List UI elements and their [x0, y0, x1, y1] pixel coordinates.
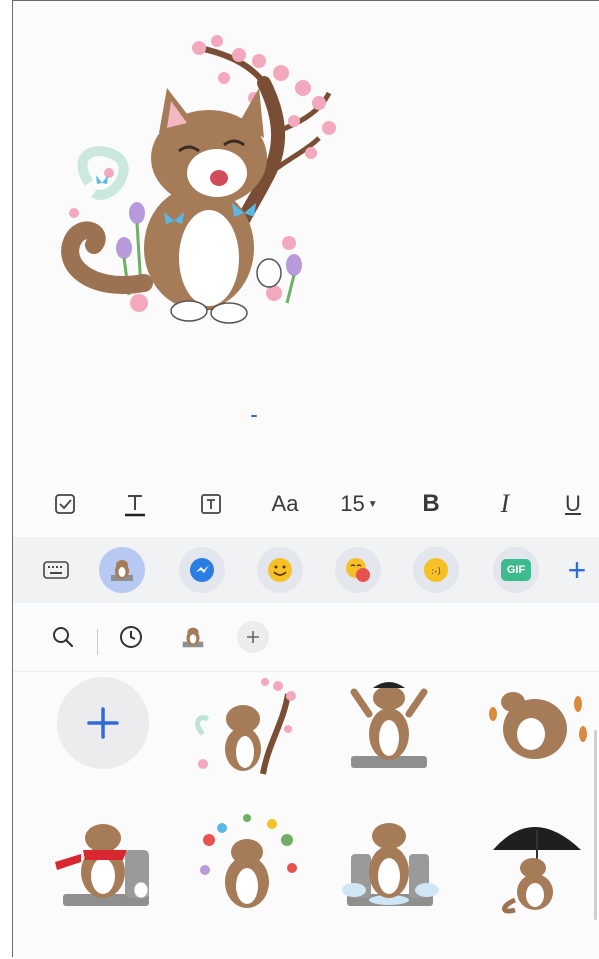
emoticon-tab[interactable]: :-): [413, 547, 459, 593]
underline-button[interactable]: U: [553, 475, 593, 533]
sticker-toolbar: :-) GIF +: [13, 537, 599, 603]
app-frame: Aa 15 ▼ B I U:-) GIF +: [12, 0, 599, 959]
emoji-tab[interactable]: [257, 547, 303, 593]
svg-text::-): :-): [431, 567, 441, 577]
sticker-grid: [13, 671, 599, 959]
cat-blossom-sticker[interactable]: [49, 33, 349, 325]
cat-sticker-icon: [182, 627, 204, 648]
search-icon: [53, 627, 74, 648]
text-style-icon: [125, 495, 145, 517]
sticker-filter-row: [13, 607, 599, 667]
formatting-toolbar: Aa 15 ▼ B I U: [13, 475, 599, 533]
gif-tab[interactable]: GIF: [493, 547, 539, 593]
italic-label: I: [500, 489, 510, 518]
sticker-pack-tab-active[interactable]: [99, 547, 145, 593]
gif-label: GIF: [501, 559, 531, 581]
cat-sticker-icon: [111, 560, 133, 581]
note-canvas[interactable]: [13, 1, 599, 463]
italic-button[interactable]: I: [485, 475, 525, 533]
sticker-cat-blossom[interactable]: [183, 674, 303, 784]
animated-emoji-tab[interactable]: [335, 547, 381, 593]
text-box-icon: [201, 494, 221, 514]
font-label: Aa: [271, 491, 299, 516]
plus-icon: [237, 621, 269, 653]
bold-button[interactable]: B: [411, 475, 451, 533]
grid-scrollbar[interactable]: [594, 730, 597, 920]
sticker-cat-scarf[interactable]: [45, 810, 165, 920]
sticker-cat-balloons[interactable]: [187, 810, 307, 920]
plus-icon: [87, 707, 119, 739]
checkbox-button[interactable]: [43, 475, 87, 533]
divider: [97, 629, 98, 655]
chevron-down-icon: ▼: [367, 498, 378, 510]
font-size-dropdown[interactable]: 15 ▼: [331, 475, 387, 533]
keyboard-button[interactable]: [33, 547, 79, 593]
text-cursor: [251, 415, 257, 417]
create-sticker-button[interactable]: [57, 677, 149, 769]
cat-pack-button[interactable]: [173, 619, 213, 655]
text-style-button[interactable]: [113, 475, 157, 533]
messenger-icon: [190, 558, 214, 582]
clock-icon: [120, 626, 142, 648]
laughing-emoji-icon: [346, 558, 370, 582]
sticker-cat-leaves[interactable]: [473, 674, 593, 784]
plus-icon: +: [567, 552, 587, 588]
font-size-value: 15: [340, 491, 365, 516]
underline-label: U: [565, 491, 581, 516]
emoticon-icon: :-): [424, 558, 448, 582]
messenger-stickers-tab[interactable]: [179, 547, 225, 593]
font-button[interactable]: Aa: [261, 475, 309, 533]
sticker-cat-umbrella[interactable]: [473, 810, 593, 920]
recent-stickers-button[interactable]: [113, 619, 149, 655]
sticker-cat-celebrating[interactable]: [329, 674, 449, 784]
add-pack-button[interactable]: [235, 619, 271, 655]
bold-label: B: [422, 490, 440, 517]
checkbox-icon: [55, 494, 75, 514]
keyboard-icon: [43, 561, 69, 579]
add-sticker-pack-button[interactable]: +: [559, 547, 595, 593]
search-button[interactable]: [45, 619, 81, 655]
smiley-icon: [268, 558, 292, 582]
sticker-cat-snow[interactable]: [329, 810, 449, 920]
text-box-button[interactable]: [189, 475, 233, 533]
